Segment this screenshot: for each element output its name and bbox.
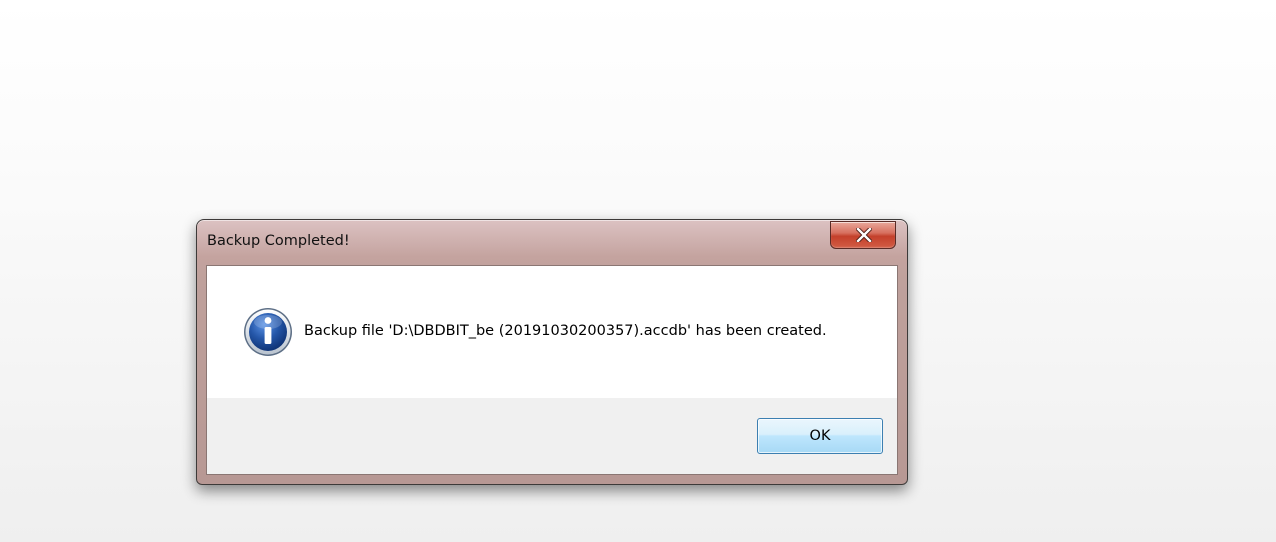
button-area: OK	[207, 398, 897, 474]
dialog-titlebar[interactable]: Backup Completed!	[197, 220, 907, 264]
info-icon	[244, 308, 292, 356]
ok-button[interactable]: OK	[757, 418, 883, 454]
message-area: Backup file 'D:\DBDBIT_be (2019103020035…	[207, 266, 897, 398]
message-text: Backup file 'D:\DBDBIT_be (2019103020035…	[304, 323, 827, 339]
dialog-body: Backup file 'D:\DBDBIT_be (2019103020035…	[206, 265, 898, 475]
close-button[interactable]	[830, 221, 896, 249]
close-icon	[856, 228, 872, 242]
message-dialog: Backup Completed! Backup file 'D:\DBDBIT…	[196, 219, 908, 485]
dialog-title: Backup Completed!	[207, 233, 350, 249]
